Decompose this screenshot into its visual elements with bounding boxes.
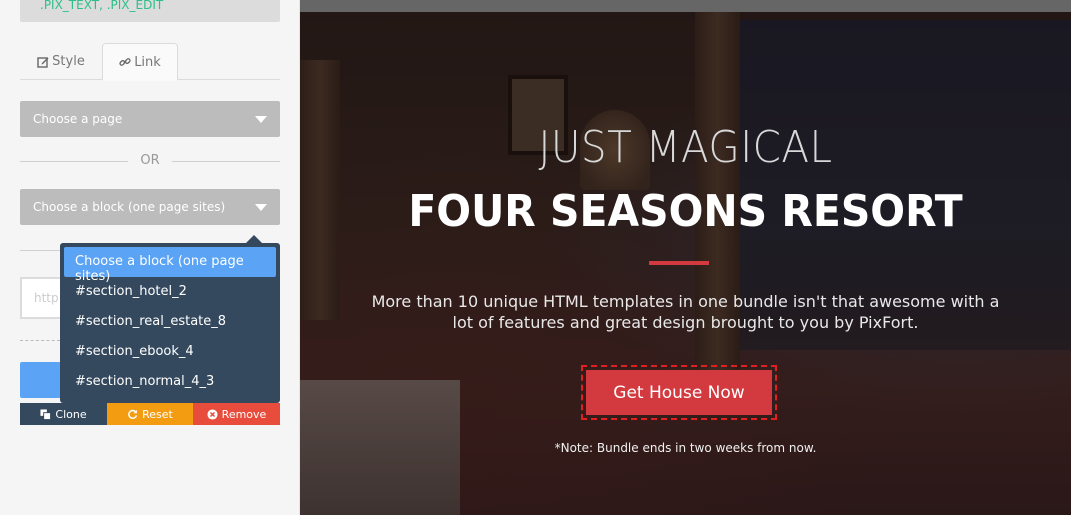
url-input-placeholder: http — [34, 291, 59, 305]
chevron-down-icon — [255, 116, 267, 123]
cta-selection-outline: Get House Now — [581, 365, 777, 420]
refresh-icon — [128, 409, 138, 419]
hero-section: JUST MAGICAL FOUR SEASONS RESORT More th… — [300, 0, 1071, 515]
remove-label: Remove — [221, 407, 267, 421]
tab-style-label: Style — [52, 54, 85, 69]
editor-panel: .PIX_TEXT, .PIX_EDIT Style Link Choose a… — [0, 0, 300, 515]
clone-label: Clone — [55, 407, 87, 421]
divider-line — [172, 161, 280, 162]
class-name-box: .PIX_TEXT, .PIX_EDIT — [20, 0, 280, 22]
get-house-label: Get House Now — [613, 382, 745, 403]
page-preview: JUST MAGICAL FOUR SEASONS RESORT More th… — [300, 0, 1071, 515]
clone-button[interactable]: Clone — [20, 403, 107, 425]
reset-label: Reset — [142, 407, 173, 421]
block-dropdown-menu: Choose a block (one page sites) #section… — [60, 235, 280, 403]
hero-note[interactable]: *Note: Bundle ends in two weeks from now… — [300, 441, 1071, 455]
block-select[interactable]: Choose a block (one page sites) — [20, 189, 280, 225]
or-divider: OR — [20, 152, 280, 170]
dropdown-option[interactable]: Choose a block (one page sites) — [64, 247, 276, 284]
clone-icon — [40, 408, 52, 420]
get-house-button[interactable]: Get House Now — [586, 370, 772, 415]
block-select-label: Choose a block (one page sites) — [33, 200, 226, 214]
divider-line — [20, 250, 60, 251]
hero-subtitle[interactable]: JUST MAGICAL — [331, 122, 1040, 173]
chevron-down-icon — [255, 204, 267, 211]
link-icon — [119, 58, 131, 66]
page-select[interactable]: Choose a page — [20, 101, 280, 137]
remove-button[interactable]: Remove — [193, 403, 280, 425]
dropdown-option[interactable]: #section_normal_4_3 — [64, 367, 276, 397]
tab-style[interactable]: Style — [20, 43, 102, 80]
panel-tabs: Style Link — [20, 43, 280, 81]
hero-title[interactable]: FOUR SEASONS RESORT — [327, 186, 1044, 237]
reset-button[interactable]: Reset — [107, 403, 193, 425]
action-buttons: Clone Reset Remove — [20, 403, 280, 425]
hero-description[interactable]: More than 10 unique HTML templates in on… — [360, 291, 1011, 333]
close-circle-icon — [207, 408, 218, 420]
dropdown-option[interactable]: #section_ebook_4 — [64, 337, 276, 367]
class-name-text: .PIX_TEXT, .PIX_EDIT — [40, 0, 164, 12]
hero-accent-bar — [649, 261, 709, 265]
dashed-divider — [20, 340, 60, 341]
dropdown-option[interactable]: #section_real_estate_8 — [64, 307, 276, 337]
tab-link-label: Link — [134, 54, 161, 70]
edit-icon — [37, 56, 49, 68]
tab-link[interactable]: Link — [102, 43, 178, 81]
page-select-label: Choose a page — [33, 112, 123, 126]
